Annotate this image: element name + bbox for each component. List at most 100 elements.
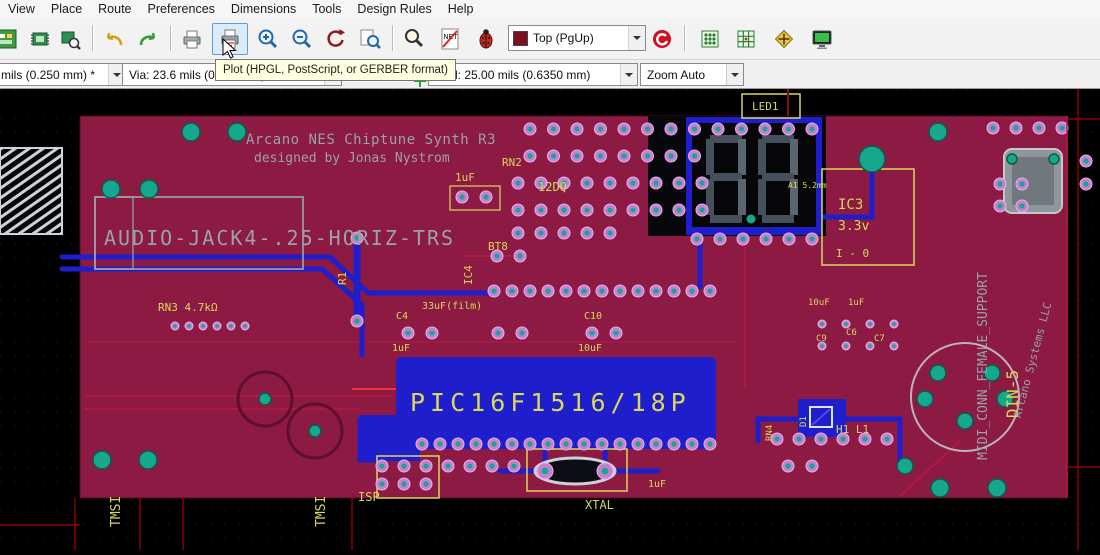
redraw-button[interactable]	[320, 23, 352, 55]
xtal-label: XTAL	[585, 498, 614, 512]
pcb-canvas[interactable]: Arcano NES Chiptune Synth R3 designed by…	[0, 89, 1100, 550]
zoom-fit-button[interactable]	[354, 23, 386, 55]
plot-button[interactable]	[212, 23, 248, 55]
midi-support-label: MIDI_CONN_FEMALE_SUPPORT	[976, 272, 991, 460]
chevron-down-icon	[726, 64, 743, 85]
toolbar-separator	[392, 25, 393, 51]
menu-item-view[interactable]: View	[0, 1, 43, 17]
tooltip: Plot (HPGL, PostScript, or GERBER format…	[215, 59, 456, 81]
undo-button[interactable]	[98, 23, 130, 55]
menu-item-design-rules[interactable]: Design Rules	[349, 1, 439, 17]
board-icon	[0, 27, 18, 51]
12dq-label: 12DQ	[538, 180, 567, 194]
pic-label: PIC16F1516/18P	[410, 388, 691, 417]
grid-size-value: Grid: 25.00 mils (0.6350 mm)	[435, 68, 590, 82]
cap-1uf-bottom-label: 1uF	[648, 479, 666, 490]
ic3-label: IC3	[838, 197, 863, 213]
plot-icon	[218, 27, 242, 51]
zoom-out-button[interactable]	[286, 23, 318, 55]
layer-color-swatch	[513, 31, 528, 46]
pcb-drawing: Arcano NES Chiptune Synth R3 designed by…	[0, 89, 1100, 550]
grid-icon	[734, 27, 758, 51]
rn4-label: RN4	[765, 425, 775, 441]
undo-icon	[102, 27, 126, 51]
h1l1-label: H1 L1	[836, 423, 869, 436]
find-button[interactable]	[398, 23, 430, 55]
netlist-button[interactable]: NET	[434, 23, 466, 55]
zoom-value: Zoom Auto	[647, 68, 705, 82]
pad-grid-button[interactable]	[694, 23, 726, 55]
module-editor-button[interactable]	[24, 23, 56, 55]
track-width-select[interactable]: mils (0.250 mm) *	[0, 63, 126, 86]
audio-jack-connector	[0, 148, 62, 234]
toolbar-separator	[684, 25, 685, 51]
seven-segment-display	[692, 123, 816, 227]
rn2-label: RN2	[502, 156, 522, 169]
cap-10uf-right-label: 10uF	[808, 298, 830, 308]
layer-pair-icon	[650, 27, 674, 51]
c10-label: C10	[584, 311, 602, 322]
ic3-voltage-label: 3.3v	[838, 219, 869, 234]
menu-item-help[interactable]: Help	[440, 1, 482, 17]
menu-item-preferences[interactable]: Preferences	[140, 1, 223, 17]
r1-label: R1	[336, 272, 349, 285]
c9-label: C9	[816, 334, 827, 344]
track-width-value: mils (0.250 mm) *	[1, 68, 95, 82]
audio-jack-label: AUDIO-JACK4-.25-HORIZ-TRS	[104, 226, 455, 250]
cap-10uf-label: 10uF	[578, 343, 602, 354]
board-designer: designed by Jonas Nystrom	[254, 151, 450, 166]
zoom-select[interactable]: Zoom Auto	[640, 63, 744, 86]
ic4-label: IC4	[462, 265, 475, 285]
board-button[interactable]	[0, 23, 22, 55]
menu-item-tools[interactable]: Tools	[304, 1, 349, 17]
redo-icon	[136, 27, 160, 51]
pad-grid-icon	[698, 27, 722, 51]
cap-33uf-label: 33uF(film)	[422, 301, 482, 312]
library-browser-icon	[58, 27, 82, 51]
cap-1uf-mid-label: 1uF	[392, 343, 410, 354]
zoom-in-icon	[256, 27, 280, 51]
bt8-label: BT8	[488, 240, 508, 253]
tmsi-label-2: TMSI	[314, 496, 329, 527]
menu-bar: View Place Route Preferences Dimensions …	[0, 0, 1100, 18]
cap-1uf-top-label: 1uF	[455, 171, 475, 184]
c6-label: C6	[846, 328, 857, 338]
grid-size-select[interactable]: Grid: 25.00 mils (0.6350 mm)	[428, 63, 638, 86]
redraw-icon	[324, 27, 348, 51]
grid-button[interactable]	[730, 23, 762, 55]
menu-item-place[interactable]: Place	[43, 1, 90, 17]
toolbar-separator	[170, 25, 171, 51]
3d-viewer-icon	[810, 27, 834, 51]
zoom-fit-icon	[358, 27, 382, 51]
d1-label: D1	[799, 416, 809, 427]
zoom-in-button[interactable]	[252, 23, 284, 55]
options-bar: mils (0.250 mm) * Via: 23.6 mils (0.600 …	[0, 60, 1100, 89]
layer-select-value: Top (PgUp)	[533, 31, 594, 45]
tmsi-label-1: TMSI	[109, 496, 124, 527]
main-toolbar: NET Top (PgUp)	[0, 18, 1100, 60]
3d-viewer-button[interactable]	[806, 23, 838, 55]
isp-label: ISP	[358, 490, 380, 504]
chevron-down-icon	[620, 64, 637, 85]
c7-label: C7	[874, 334, 885, 344]
chevron-down-icon	[628, 26, 645, 50]
layer-select[interactable]: Top (PgUp)	[508, 25, 646, 51]
rn3-label: RN3 4.7kΩ	[158, 301, 218, 314]
find-icon	[402, 27, 426, 51]
drc-button[interactable]	[470, 23, 502, 55]
netlist-icon: NET	[438, 27, 462, 51]
print-button[interactable]	[176, 23, 208, 55]
print-icon	[180, 27, 204, 51]
led1-label: LED1	[752, 100, 779, 113]
menu-item-dimensions[interactable]: Dimensions	[223, 1, 304, 17]
redo-button[interactable]	[132, 23, 164, 55]
menu-item-route[interactable]: Route	[90, 1, 139, 17]
layer-pair-button[interactable]	[646, 23, 678, 55]
zoom-out-icon	[290, 27, 314, 51]
a1-size-label: A1 5.2mm	[788, 181, 827, 190]
ratsnest-button[interactable]	[768, 23, 800, 55]
library-browser-button[interactable]	[54, 23, 86, 55]
ladybug-icon	[474, 27, 498, 51]
c4-label: C4	[396, 311, 408, 322]
module-editor-icon	[28, 27, 52, 51]
